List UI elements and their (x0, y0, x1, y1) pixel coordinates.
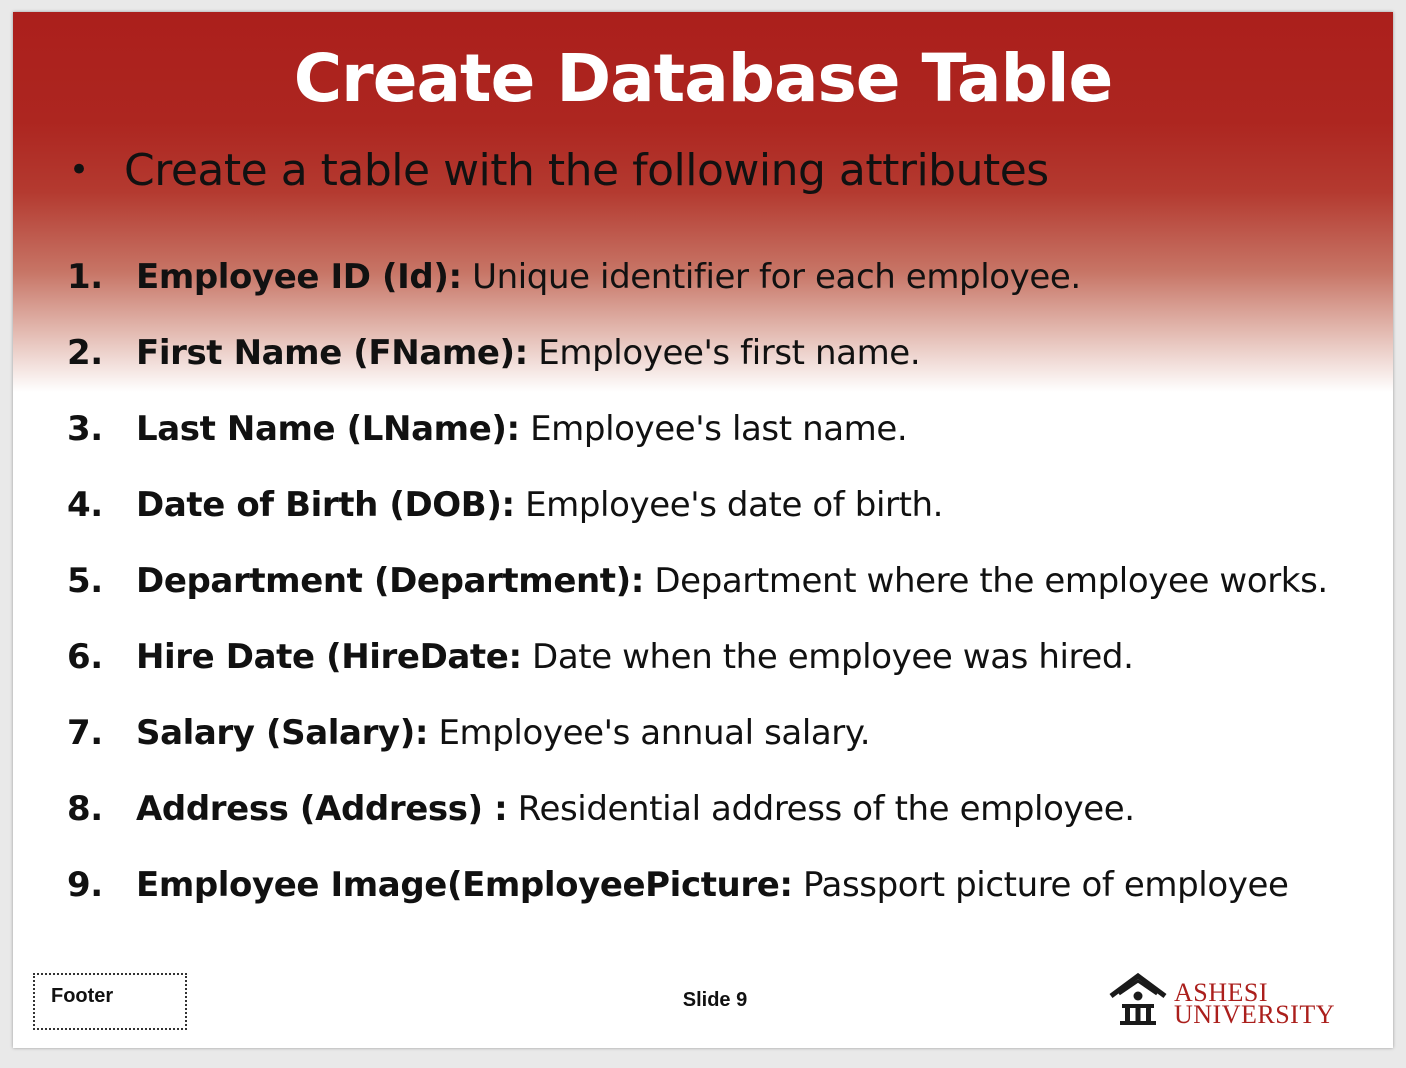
attribute-description: Date when the employee was hired. (521, 637, 1134, 677)
university-logo: ASHESI UNIVERSITY (1108, 970, 1358, 1030)
attribute-label: Date of Birth (DOB): (136, 485, 515, 525)
attribute-label: Employee Image(EmployeePicture: (136, 865, 793, 905)
ashesi-crest-icon (1109, 972, 1167, 1025)
list-item-number: 8. (67, 789, 103, 829)
slide-title: Create Database Table (293, 40, 1113, 117)
attribute-description: Department where the employee works. (643, 561, 1328, 601)
attribute-label: Hire Date (HireDate: (136, 637, 522, 677)
attribute-label: Address (Address) : (136, 789, 508, 829)
attribute-label: Salary (Salary): (136, 713, 429, 753)
list-item-number: 2. (67, 333, 103, 373)
attribute-description: Passport picture of employee (792, 865, 1289, 905)
attribute-label: Last Name (LName): (136, 409, 520, 449)
attribute-label: Employee ID (Id): (136, 257, 462, 297)
attribute-description: Employee's last name. (519, 409, 908, 449)
attribute-description: Employee's first name. (527, 333, 921, 373)
list-item-number: 6. (67, 637, 103, 677)
bullet-symbol: • (69, 150, 89, 190)
slide: Create Database Table • Create a table w… (13, 12, 1393, 1048)
list-item-number: 9. (67, 865, 103, 905)
attribute-description: Unique identifier for each employee. (461, 257, 1081, 297)
list-item-number: 3. (67, 409, 103, 449)
bullet-text: Create a table with the following attrib… (124, 145, 1049, 196)
bullet-item: • Create a table with the following attr… (69, 145, 1049, 196)
list-item-number: 4. (67, 485, 103, 525)
attribute-description: Employee's annual salary. (428, 713, 871, 753)
attribute-label: Department (Department): (136, 561, 644, 601)
attribute-label: First Name (FName): (136, 333, 528, 373)
list-item-number: 1. (67, 257, 103, 297)
list-item-number: 7. (67, 713, 103, 753)
logo-text-university: UNIVERSITY (1174, 1000, 1335, 1029)
list-item-number: 5. (67, 561, 103, 601)
attribute-description: Employee's date of birth. (514, 485, 944, 525)
attribute-description: Residential address of the employee. (507, 789, 1135, 829)
